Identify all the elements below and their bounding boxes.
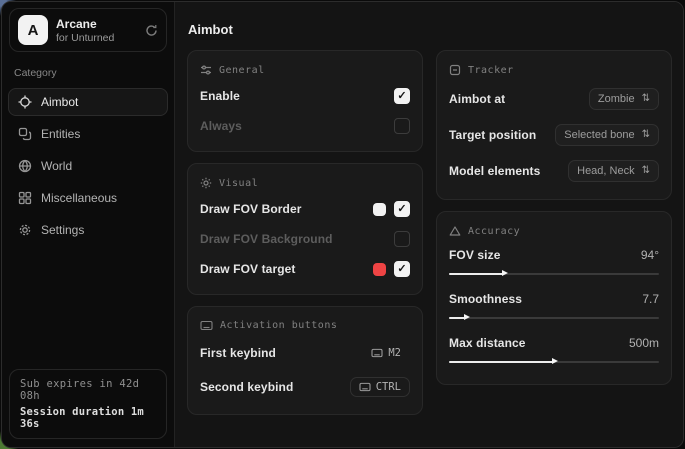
gear-icon xyxy=(18,223,32,237)
fov-size-slider[interactable] xyxy=(449,269,659,278)
chevron-up-down-icon: ⇅ xyxy=(642,130,650,140)
fov-background-checkbox[interactable]: ✓ xyxy=(394,231,410,247)
setting-row-fov-background: Draw FOV Background ✓ xyxy=(200,224,410,254)
check-icon: ✓ xyxy=(397,264,406,275)
sidebar-item-settings[interactable]: Settings xyxy=(8,216,168,244)
grid-icon xyxy=(18,191,32,205)
chevron-up-down-icon: ⇅ xyxy=(642,94,650,104)
fov-border-color-swatch[interactable] xyxy=(373,203,386,216)
setting-row-smoothness: Smoothness 7.7 xyxy=(449,286,659,330)
tracker-panel: Tracker Aimbot at Zombie ⇅ Target positi… xyxy=(436,50,672,200)
setting-row-enable: Enable ✓ xyxy=(200,81,410,111)
keyboard-icon xyxy=(371,348,383,358)
panel-title: General xyxy=(219,65,265,76)
setting-row-fov-border: Draw FOV Border ✓ xyxy=(200,194,410,224)
app-names: Arcane for Unturned xyxy=(56,17,114,44)
visual-icon xyxy=(200,177,212,189)
keyboard-icon xyxy=(200,320,213,331)
visual-panel: Visual Draw FOV Border ✓ Draw FOV Backgr… xyxy=(187,163,423,295)
left-column: General Enable ✓ Always ✓ xyxy=(187,50,423,426)
accuracy-panel: Accuracy FOV size 94° xyxy=(436,211,672,385)
sidebar-item-world[interactable]: World xyxy=(8,152,168,180)
category-label: Category xyxy=(14,67,162,79)
accuracy-icon xyxy=(449,225,461,237)
first-keybind-button[interactable]: M2 xyxy=(362,343,410,363)
refresh-icon[interactable] xyxy=(145,24,158,37)
sidebar-item-label: Settings xyxy=(41,223,84,237)
check-icon: ✓ xyxy=(397,91,406,102)
select-value: Selected bone xyxy=(564,129,634,141)
smoothness-value: 7.7 xyxy=(642,292,659,306)
enable-checkbox[interactable]: ✓ xyxy=(394,88,410,104)
aimbot-at-select[interactable]: Zombie ⇅ xyxy=(589,88,659,110)
fov-size-value: 94° xyxy=(641,248,659,262)
setting-row-first-keybind: First keybind M2 xyxy=(200,336,410,370)
slider-thumb[interactable] xyxy=(552,358,558,364)
crosshair-icon xyxy=(18,95,32,109)
smoothness-slider[interactable] xyxy=(449,313,659,322)
fov-border-checkbox[interactable]: ✓ xyxy=(394,201,410,217)
tracker-icon xyxy=(449,64,461,76)
setting-row-max-distance: Max distance 500m xyxy=(449,330,659,374)
sidebar-item-label: World xyxy=(41,159,72,173)
panel-title: Activation buttons xyxy=(220,320,337,331)
app-header: A Arcane for Unturned xyxy=(9,8,167,52)
always-checkbox[interactable]: ✓ xyxy=(394,118,410,134)
globe-icon xyxy=(18,159,32,173)
sidebar-item-label: Miscellaneous xyxy=(41,191,117,205)
setting-row-second-keybind: Second keybind CTRL xyxy=(200,370,410,404)
setting-row-model-elements: Model elements Head, Neck ⇅ xyxy=(449,153,659,189)
app-logo: A xyxy=(18,15,48,45)
slider-fill xyxy=(449,361,554,363)
sidebar-item-entities[interactable]: Entities xyxy=(8,120,168,148)
max-distance-slider[interactable] xyxy=(449,357,659,366)
keybind-value: M2 xyxy=(388,347,401,359)
general-icon xyxy=(200,64,212,76)
select-value: Head, Neck xyxy=(577,165,634,177)
activation-panel: Activation buttons First keybind M2 xyxy=(187,306,423,415)
select-value: Zombie xyxy=(598,93,635,105)
right-column: Tracker Aimbot at Zombie ⇅ Target positi… xyxy=(436,50,672,396)
app-subtitle: for Unturned xyxy=(56,32,114,44)
sidebar-item-label: Entities xyxy=(41,127,80,141)
slider-fill xyxy=(449,273,504,275)
main-content: Aimbot General Enable xyxy=(175,2,684,447)
setting-row-always: Always ✓ xyxy=(200,111,410,141)
second-keybind-button[interactable]: CTRL xyxy=(350,377,410,397)
app-window: A Arcane for Unturned Category Aimbot xyxy=(1,1,684,448)
panel-title: Accuracy xyxy=(468,226,520,237)
model-elements-select[interactable]: Head, Neck ⇅ xyxy=(568,160,659,182)
setting-row-fov-target: Draw FOV target ✓ xyxy=(200,254,410,284)
sub-expires-text: Sub expires in 42d 08h xyxy=(20,378,156,402)
subscription-status: Sub expires in 42d 08h Session duration … xyxy=(9,369,167,439)
max-distance-value: 500m xyxy=(629,336,659,350)
sidebar-item-label: Aimbot xyxy=(41,95,78,109)
session-duration-text: Session duration 1m 36s xyxy=(20,406,156,430)
entities-icon xyxy=(18,127,32,141)
panel-title: Tracker xyxy=(468,65,514,76)
keyboard-icon xyxy=(359,382,371,392)
panel-title: Visual xyxy=(219,178,258,189)
sidebar-item-miscellaneous[interactable]: Miscellaneous xyxy=(8,184,168,212)
app-title: Arcane xyxy=(56,17,114,31)
setting-row-fov-size: FOV size 94° xyxy=(449,242,659,286)
keybind-value: CTRL xyxy=(376,381,401,393)
check-icon: ✓ xyxy=(397,204,406,215)
fov-target-checkbox[interactable]: ✓ xyxy=(394,261,410,277)
page-title: Aimbot xyxy=(188,22,672,37)
general-panel: General Enable ✓ Always ✓ xyxy=(187,50,423,152)
slider-track xyxy=(449,317,659,319)
setting-row-target-position: Target position Selected bone ⇅ xyxy=(449,117,659,153)
fov-target-color-swatch[interactable] xyxy=(373,263,386,276)
sidebar: A Arcane for Unturned Category Aimbot xyxy=(2,2,175,447)
slider-thumb[interactable] xyxy=(502,270,508,276)
chevron-up-down-icon: ⇅ xyxy=(642,166,650,176)
slider-thumb[interactable] xyxy=(464,314,470,320)
sidebar-item-aimbot[interactable]: Aimbot xyxy=(8,88,168,116)
target-position-select[interactable]: Selected bone ⇅ xyxy=(555,124,659,146)
setting-row-aimbot-at: Aimbot at Zombie ⇅ xyxy=(449,81,659,117)
